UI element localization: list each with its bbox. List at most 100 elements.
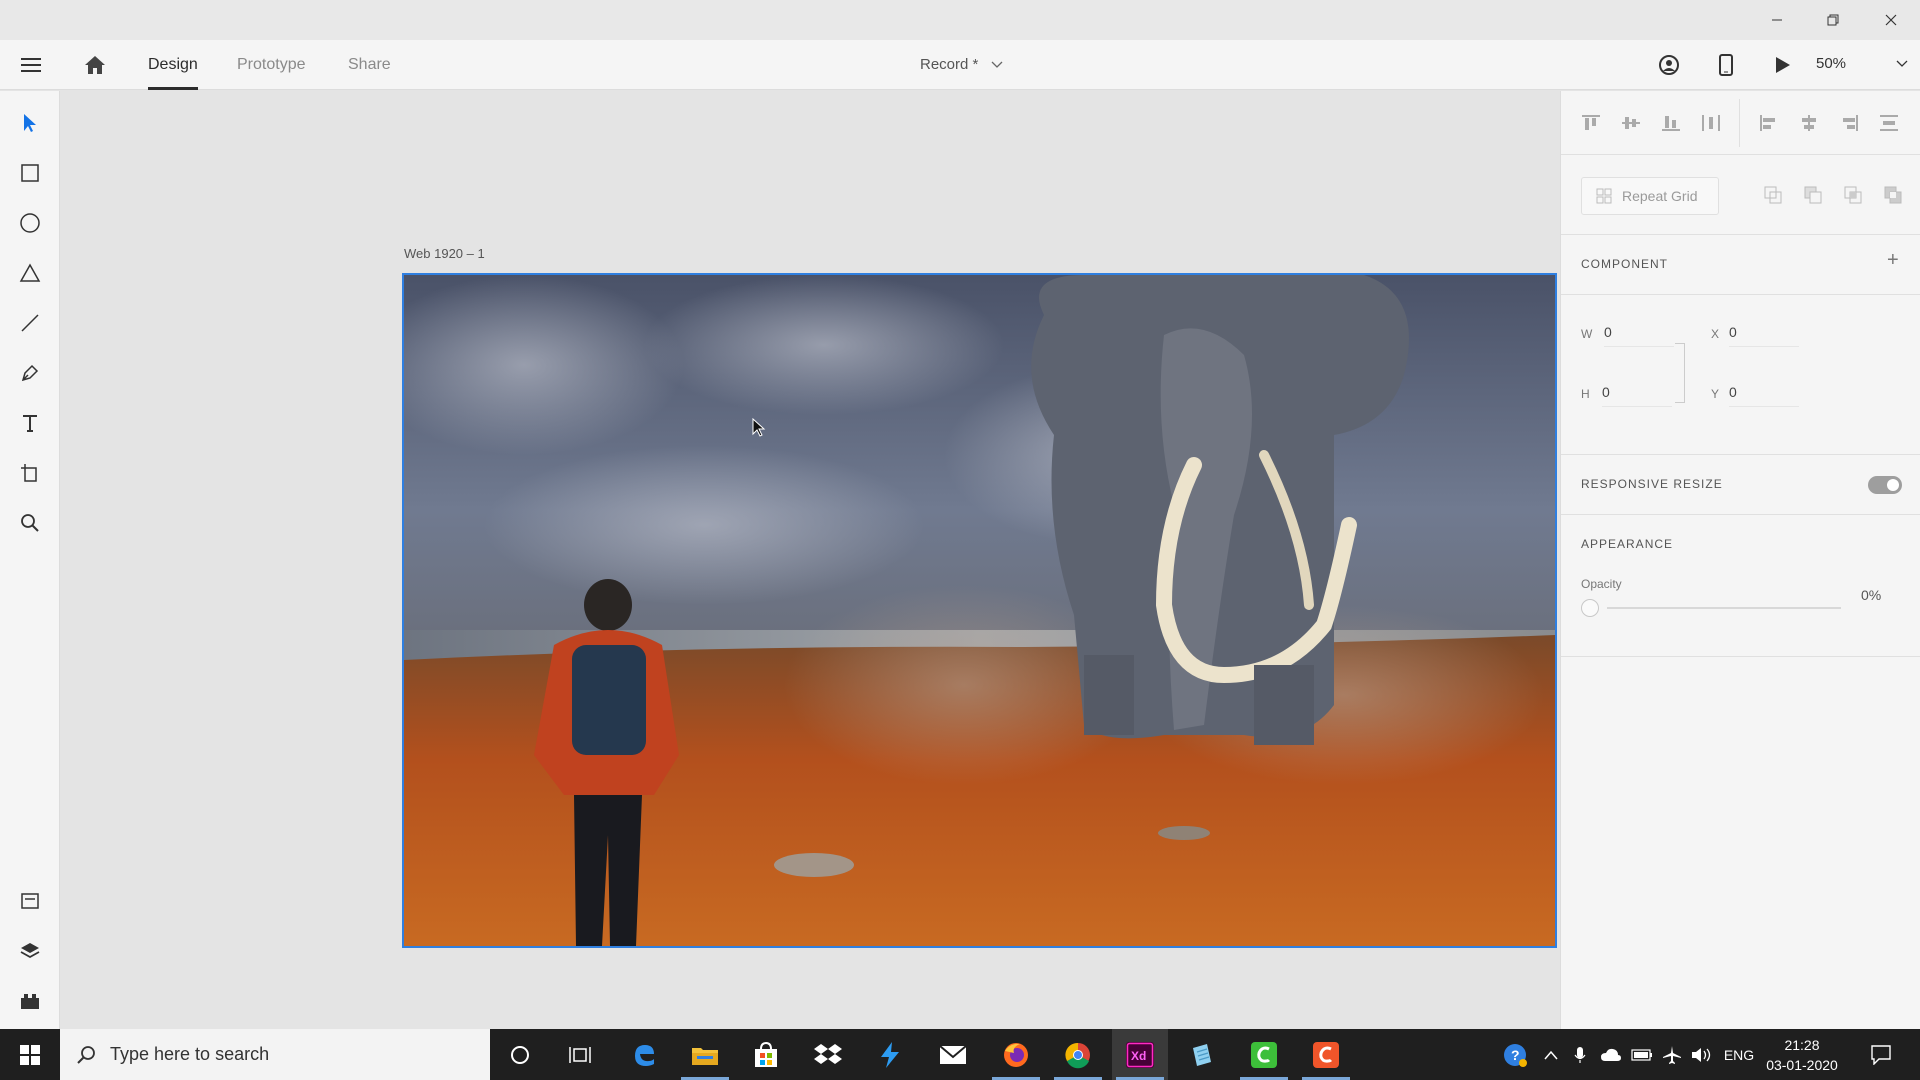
start-button[interactable]	[0, 1029, 60, 1080]
assets-panel-button[interactable]	[10, 881, 50, 921]
align-center-button[interactable]	[1797, 111, 1821, 135]
opacity-slider-handle[interactable]	[1581, 599, 1599, 617]
distribute-vertical-icon	[1702, 115, 1720, 131]
plugins-panel-button[interactable]	[10, 981, 50, 1021]
boolean-add-button[interactable]	[1761, 183, 1785, 207]
taskbar-clock[interactable]: 21:28 03-01-2020	[1760, 1035, 1844, 1075]
search-placeholder: Type here to search	[110, 1044, 270, 1064]
responsive-resize-toggle[interactable]	[1868, 476, 1902, 494]
user-circle-icon	[1659, 55, 1679, 75]
show-hidden-icons-button[interactable]	[1541, 1029, 1561, 1080]
battery-tray-icon[interactable]	[1630, 1029, 1654, 1080]
taskbar-edge[interactable]	[616, 1029, 672, 1080]
windows-logo-icon	[20, 1044, 40, 1065]
rectangle-tool[interactable]	[10, 153, 50, 193]
home-button[interactable]	[70, 40, 120, 90]
taskbar-dropbox[interactable]	[800, 1029, 856, 1080]
y-field[interactable]: 0	[1729, 384, 1799, 407]
tab-share[interactable]: Share	[348, 56, 391, 90]
artboard-image[interactable]	[404, 275, 1555, 946]
boolean-exclude-icon	[1884, 186, 1902, 204]
mouse-cursor-icon	[752, 418, 766, 437]
width-field[interactable]: 0	[1604, 324, 1674, 347]
onedrive-tray-icon[interactable]	[1598, 1029, 1624, 1080]
polygon-icon	[19, 263, 41, 282]
taskbar-mail[interactable]	[925, 1029, 981, 1080]
text-tool[interactable]	[10, 403, 50, 443]
play-preview-button[interactable]	[1758, 40, 1808, 90]
taskbar-camtasia[interactable]	[1236, 1029, 1292, 1080]
mobile-device-icon	[1719, 54, 1733, 76]
edge-icon	[635, 1044, 654, 1066]
taskbar-camtasia-recorder[interactable]	[1298, 1029, 1354, 1080]
artboard-tool[interactable]	[10, 453, 50, 493]
y-label: Y	[1711, 387, 1720, 401]
zoom-dropdown[interactable]: 50%	[1816, 55, 1908, 72]
align-right-icon	[1843, 115, 1858, 131]
distribute-vertical-button[interactable]	[1699, 111, 1723, 135]
line-tool[interactable]	[10, 303, 50, 343]
taskbar-vscode[interactable]	[862, 1029, 918, 1080]
document-title-dropdown[interactable]: Record *	[920, 56, 1003, 73]
hamburger-menu-button[interactable]	[6, 40, 56, 90]
repeat-grid-label: Repeat Grid	[1622, 188, 1698, 204]
restore-button[interactable]	[1810, 0, 1856, 40]
taskbar-firefox[interactable]	[988, 1029, 1044, 1080]
opacity-value[interactable]: 0%	[1861, 587, 1881, 603]
camtasia-icon	[1251, 1041, 1277, 1068]
align-middle-button[interactable]	[1619, 111, 1643, 135]
taskbar-chrome[interactable]	[1050, 1029, 1106, 1080]
artboard[interactable]	[402, 273, 1557, 948]
taskbar-adobe-xd[interactable]: Xd	[1112, 1029, 1168, 1080]
close-button[interactable]	[1868, 0, 1914, 40]
help-tray-button[interactable]: ?	[1500, 1029, 1530, 1080]
pen-tool[interactable]	[10, 353, 50, 393]
component-title: COMPONENT	[1581, 257, 1668, 271]
align-top-button[interactable]	[1579, 111, 1603, 135]
tab-prototype[interactable]: Prototype	[237, 56, 305, 90]
align-bottom-button[interactable]	[1659, 111, 1683, 135]
distribute-horizontal-button[interactable]	[1877, 111, 1901, 135]
boolean-intersect-button[interactable]	[1841, 183, 1865, 207]
align-right-button[interactable]	[1837, 111, 1861, 135]
x-field[interactable]: 0	[1729, 324, 1799, 347]
polygon-tool[interactable]	[10, 253, 50, 293]
minimize-button[interactable]	[1754, 0, 1800, 40]
device-preview-button[interactable]	[1701, 40, 1751, 90]
share-user-button[interactable]	[1644, 40, 1694, 90]
microphone-icon	[1574, 1046, 1586, 1063]
airplane-mode-tray-icon[interactable]	[1660, 1029, 1684, 1080]
microphone-tray-icon[interactable]	[1570, 1029, 1590, 1080]
repeat-grid-button[interactable]: Repeat Grid	[1581, 177, 1719, 215]
align-left-button[interactable]	[1757, 111, 1781, 135]
action-center-button[interactable]	[1866, 1029, 1896, 1080]
boolean-intersect-icon	[1844, 186, 1862, 204]
select-tool[interactable]	[10, 103, 50, 143]
artboard-label[interactable]: Web 1920 – 1	[404, 246, 485, 261]
chrome-icon	[1065, 1042, 1090, 1068]
select-icon	[24, 114, 36, 132]
language-indicator[interactable]: ENG	[1722, 1029, 1756, 1080]
height-field[interactable]: 0	[1602, 384, 1672, 407]
boolean-subtract-button[interactable]	[1801, 183, 1825, 207]
volume-tray-icon[interactable]	[1690, 1029, 1714, 1080]
boolean-exclude-button[interactable]	[1881, 183, 1905, 207]
task-view-button[interactable]	[552, 1029, 608, 1080]
layers-panel-button[interactable]	[10, 931, 50, 971]
home-icon	[85, 56, 105, 74]
boolean-add-icon	[1764, 186, 1782, 204]
add-component-button[interactable]: +	[1887, 249, 1899, 272]
taskbar-file-explorer[interactable]	[677, 1029, 733, 1080]
taskbar-notepad[interactable]	[1174, 1029, 1230, 1080]
airplane-icon	[1663, 1045, 1681, 1064]
lock-aspect-toggle[interactable]	[1675, 343, 1685, 403]
taskbar-store[interactable]	[738, 1029, 794, 1080]
taskbar-search-box[interactable]: Type here to search	[60, 1029, 490, 1080]
boolean-subtract-icon	[1804, 186, 1822, 204]
tab-design[interactable]: Design	[148, 56, 198, 90]
cortana-button[interactable]	[492, 1029, 548, 1080]
ellipse-tool[interactable]	[10, 203, 50, 243]
zoom-tool[interactable]	[10, 503, 50, 543]
firefox-icon	[1004, 1042, 1028, 1067]
opacity-slider-track[interactable]	[1607, 607, 1841, 609]
